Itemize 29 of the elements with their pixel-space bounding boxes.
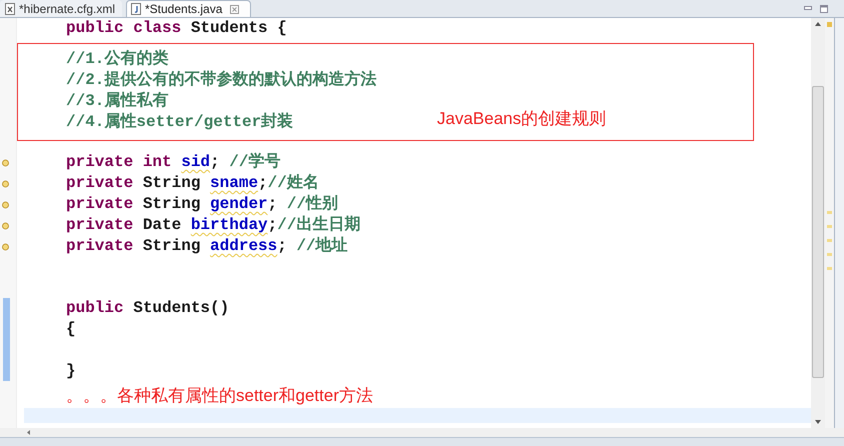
- horizontal-scrollbar[interactable]: [0, 428, 844, 437]
- annotation-label: JavaBeans的创建规则: [437, 108, 606, 129]
- editor-tab[interactable]: *hibernate.cfg.xml: [0, 0, 122, 17]
- code-editor[interactable]: [0, 18, 811, 428]
- annotation-note: 。。。各种私有属性的setter和getter方法: [66, 384, 373, 406]
- code-line: {: [66, 319, 76, 340]
- code-comment: //3.属性私有: [66, 91, 170, 112]
- code-line: private String sname;//姓名: [66, 173, 319, 194]
- code-line: public class Students {: [66, 18, 287, 39]
- code-line: public Students(): [66, 298, 230, 319]
- code-comment: //4.属性setter/getter封装: [66, 112, 294, 133]
- scrollbar-thumb[interactable]: [812, 86, 824, 378]
- code-line: private String address; //地址: [66, 236, 348, 257]
- code-line: private Date birthday;//出生日期: [66, 215, 360, 236]
- scroll-up-icon[interactable]: [815, 22, 821, 26]
- code-line: private int sid; //学号: [66, 152, 280, 173]
- code-comment: //1.公有的类: [66, 49, 170, 70]
- vertical-scrollbar[interactable]: [811, 18, 825, 428]
- code-line: }: [66, 361, 76, 382]
- code-comment: //2.提供公有的不带参数的默认的构造方法: [66, 70, 378, 91]
- scroll-down-icon[interactable]: [815, 420, 821, 424]
- xml-file-icon: [5, 3, 15, 15]
- java-file-icon: [131, 3, 141, 15]
- maximize-icon[interactable]: [820, 4, 828, 12]
- code-line: private String gender; //性别: [66, 194, 338, 215]
- editor-tab[interactable]: *Students.java: [126, 0, 251, 17]
- close-icon[interactable]: [230, 4, 240, 14]
- minimize-icon[interactable]: [804, 6, 812, 11]
- scroll-left-icon[interactable]: [27, 430, 30, 435]
